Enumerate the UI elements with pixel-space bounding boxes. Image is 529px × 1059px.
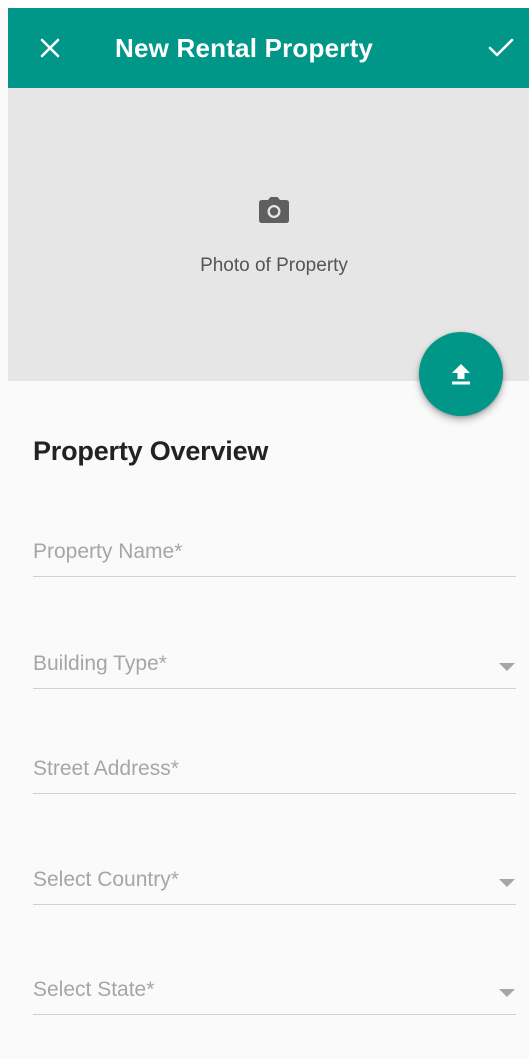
country-dropdown[interactable]: Select Country* bbox=[33, 860, 516, 905]
camera-icon bbox=[258, 196, 290, 224]
street-address-field[interactable]: Street Address* bbox=[33, 749, 516, 794]
close-button[interactable] bbox=[30, 28, 70, 68]
section-title: Property Overview bbox=[33, 436, 269, 466]
save-button[interactable] bbox=[481, 28, 521, 68]
dropdown-arrow-icon bbox=[499, 989, 515, 997]
dropdown-arrow-icon bbox=[499, 663, 515, 671]
property-name-field[interactable]: Property Name* bbox=[33, 532, 516, 577]
street-address-placeholder: Street Address* bbox=[33, 757, 179, 780]
property-name-placeholder: Property Name* bbox=[33, 540, 183, 563]
state-placeholder: Select State* bbox=[33, 978, 155, 1001]
check-icon bbox=[488, 38, 514, 57]
dropdown-arrow-icon bbox=[499, 879, 515, 887]
country-placeholder: Select Country* bbox=[33, 868, 179, 891]
close-icon bbox=[40, 38, 60, 58]
photo-label: Photo of Property bbox=[200, 255, 348, 276]
status-strip bbox=[0, 0, 529, 8]
page-title: New Rental Property bbox=[115, 33, 374, 63]
building-type-placeholder: Building Type* bbox=[33, 652, 167, 675]
upload-photo-button[interactable] bbox=[419, 332, 503, 416]
building-type-dropdown[interactable]: Building Type* bbox=[33, 644, 516, 689]
state-dropdown[interactable]: Select State* bbox=[33, 970, 516, 1015]
app-bar: New Rental Property bbox=[8, 8, 529, 88]
upload-icon bbox=[452, 364, 470, 385]
screen: New Rental Property Photo of Property Pr… bbox=[0, 0, 529, 1059]
